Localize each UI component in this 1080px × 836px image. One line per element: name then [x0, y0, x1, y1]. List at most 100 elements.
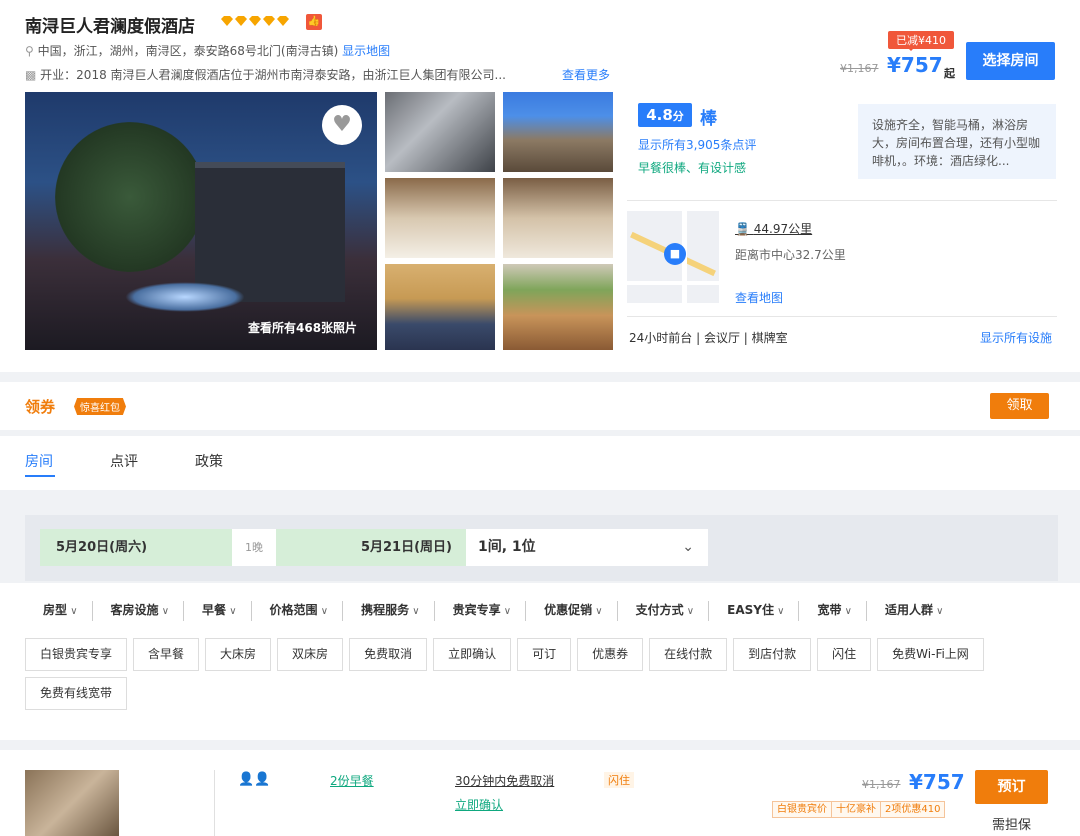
current-price: ¥757: [887, 53, 943, 77]
original-price: ¥1,167: [840, 62, 879, 75]
diamond-icon: [277, 16, 289, 26]
filter-breakfast[interactable]: 早餐: [183, 601, 251, 621]
divider: [627, 200, 1057, 201]
filter-promotions[interactable]: 优惠促销: [525, 601, 617, 621]
photo-fountain: [125, 282, 245, 312]
filter-broadband[interactable]: 宽带: [798, 601, 866, 621]
review-quote: 设施齐全，智能马桶，淋浴房大，房间布置合理，还有小型咖啡机，。环境：酒店绿化..…: [858, 104, 1056, 179]
show-map-link[interactable]: 显示地图: [342, 44, 390, 58]
hotel-address: ⚲ 中国，浙江，湖州，南浔区，泰安路68号北门(南浔古镇) 显示地图: [25, 42, 390, 59]
chip[interactable]: 免费取消: [349, 638, 428, 671]
guest-value: 1间, 1位: [478, 539, 536, 555]
select-room-button[interactable]: 选择房间: [966, 42, 1055, 80]
filter-vip[interactable]: 贵宾专享: [433, 601, 526, 621]
train-icon: 🚆: [735, 222, 750, 236]
chip[interactable]: 白银贵宾专享: [25, 638, 128, 671]
room-price: ¥757: [909, 770, 965, 794]
section-tabs: 房间 点评 政策: [0, 436, 1080, 490]
photo-thumb[interactable]: [385, 178, 495, 258]
mini-map[interactable]: ■: [627, 211, 719, 303]
flash-stay-badge: 闪住: [604, 772, 634, 788]
hotel-name: 南浔巨人君澜度假酒店: [25, 17, 195, 37]
filter-payment[interactable]: 支付方式: [616, 601, 709, 621]
diamond-icon: [221, 16, 233, 26]
tab-reviews[interactable]: 点评: [110, 451, 138, 471]
show-all-facilities-link[interactable]: 显示所有设施: [980, 329, 1052, 346]
distance-center: 距离市中心32.7公里: [735, 248, 846, 262]
divider: [214, 770, 215, 836]
show-reviews-link[interactable]: 显示所有3,905条点评: [638, 136, 756, 153]
book-button[interactable]: 预订: [975, 770, 1048, 804]
tab-policy[interactable]: 政策: [195, 451, 223, 471]
filter-room-facilities[interactable]: 客房设施: [91, 601, 184, 621]
chip[interactable]: 可订: [517, 638, 572, 671]
chip[interactable]: 免费有线宽带: [25, 677, 128, 710]
thumbs-up-icon: 👍: [306, 14, 322, 30]
room-row: 👤👤 2份早餐 30分钟内免费取消 立即确认 闪住 ¥1,167 ¥757 白银…: [0, 740, 1080, 836]
distance-text: 🚆 44.97公里: [735, 220, 812, 237]
view-map-link[interactable]: 查看地图: [735, 289, 783, 306]
filter-ctrip-service[interactable]: 携程服务: [342, 601, 434, 621]
chip[interactable]: 双床房: [277, 638, 344, 671]
review-tagline: 早餐很棒、有设计感: [638, 161, 747, 175]
view-all-photos[interactable]: 查看所有468张照片: [248, 319, 357, 336]
heart-icon[interactable]: ♥: [322, 105, 362, 145]
score-value: 4.8: [646, 106, 673, 124]
checkin-date[interactable]: 5月20日(周六): [40, 529, 232, 566]
discount-badge: 已减¥410: [888, 31, 954, 51]
hotel-header: 南浔巨人君澜度假酒店 👍 ⚲ 中国，浙江，湖州，南浔区，泰安路68号北门(南浔古…: [0, 0, 1080, 372]
filter-room-type[interactable]: 房型: [25, 601, 92, 621]
chip[interactable]: 含早餐: [133, 638, 200, 671]
filter-dropdowns: 房型 客房设施 早餐 价格范围 携程服务 贵宾专享 优惠促销 支付方式 EASY…: [25, 601, 957, 621]
building-icon: ▩: [25, 68, 37, 82]
instant-confirm[interactable]: 立即确认: [455, 796, 503, 813]
see-more-link[interactable]: 查看更多: [562, 66, 610, 83]
claim-coupon-button[interactable]: 领取: [990, 393, 1049, 419]
checkout-date[interactable]: 5月21日(周日): [276, 529, 466, 566]
photo-building: [195, 162, 345, 302]
promo-tag: 白银贵宾价: [777, 804, 827, 815]
photo-thumb[interactable]: [503, 92, 613, 172]
chip[interactable]: 闪住: [817, 638, 872, 671]
chip[interactable]: 到店付款: [733, 638, 812, 671]
photo-thumb[interactable]: [385, 92, 495, 172]
distance-value: 44.97公里: [753, 222, 813, 236]
chip[interactable]: 立即确认: [433, 638, 512, 671]
coupon-bar: 领券 惊喜红包 领取: [0, 382, 1080, 430]
filter-chips: 白银贵宾专享 含早餐 大床房 双床房 免费取消 立即确认 可订 优惠券 在线付款…: [25, 638, 1065, 710]
photo-thumb[interactable]: [385, 264, 495, 350]
chip[interactable]: 优惠券: [577, 638, 644, 671]
map-road: [627, 281, 719, 285]
promo-tag: 2项优惠410: [880, 802, 944, 817]
photo-thumb[interactable]: [503, 178, 613, 258]
room-photo[interactable]: [25, 770, 119, 836]
facilities-list: 24小时前台 | 会议厅 | 棋牌室: [629, 331, 788, 345]
guarantee-text: 需担保: [992, 818, 1032, 833]
promo-tag: 十亿豪补: [831, 802, 880, 817]
diamond-icon: [263, 16, 275, 26]
intro-text: 开业：2018 南浔巨人君澜度假酒店位于湖州市南浔泰安路，由浙江巨人集团有限公司…: [40, 68, 506, 82]
filter-suitable-for[interactable]: 适用人群: [865, 601, 958, 621]
filter-price-range[interactable]: 价格范围: [250, 601, 343, 621]
nights-count: 1晚: [232, 529, 276, 566]
filter-easy-stay[interactable]: EASY住: [708, 601, 798, 621]
hotel-intro: ▩ 开业：2018 南浔巨人君澜度假酒店位于湖州市南浔泰安路，由浙江巨人集团有限…: [25, 66, 585, 83]
coupon-label: 领券: [25, 398, 56, 416]
tab-rooms[interactable]: 房间: [25, 451, 53, 471]
active-tab-indicator: [25, 475, 55, 477]
photo-thumb[interactable]: [503, 264, 613, 350]
hotel-pin-icon: ■: [664, 243, 686, 265]
guest-selector[interactable]: 1间, 1位 ⌄: [466, 529, 708, 566]
cancel-policy[interactable]: 30分钟内免费取消: [455, 772, 554, 789]
room-original-price: ¥1,167: [862, 778, 901, 791]
chip[interactable]: 免费Wi-Fi上网: [877, 638, 984, 671]
diamond-icon: [235, 16, 247, 26]
rating-diamonds: [221, 16, 289, 26]
breakfast-info[interactable]: 2份早餐: [330, 772, 374, 789]
address-text: 中国，浙江，湖州，南浔区，泰安路68号北门(南浔古镇): [37, 44, 339, 58]
main-photo[interactable]: ♥ 查看所有468张照片: [25, 92, 377, 350]
chip[interactable]: 在线付款: [649, 638, 728, 671]
person-icon: 👤👤: [238, 772, 271, 787]
location-pin-icon: ⚲: [25, 44, 34, 58]
chip[interactable]: 大床房: [205, 638, 272, 671]
